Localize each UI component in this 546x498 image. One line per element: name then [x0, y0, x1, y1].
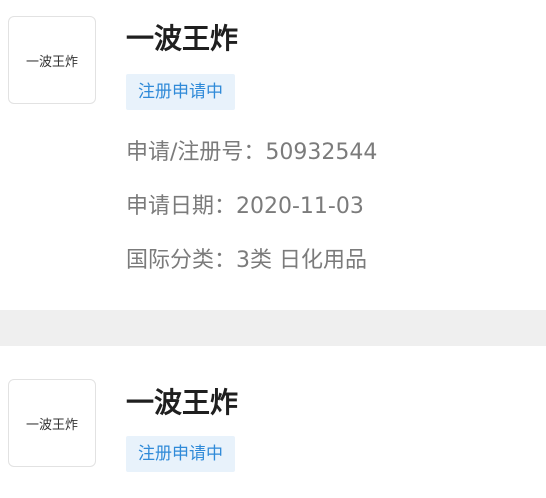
trademark-logo: 一波王炸 [8, 16, 96, 104]
international-classification: 国际分类：3类 日化用品 [126, 248, 367, 273]
application-date: 申请日期：2020-11-03 [126, 194, 364, 219]
trademark-logo-text: 一波王炸 [25, 417, 78, 433]
trademark-card[interactable]: 一波王炸 一波王炸 注册申请中 [0, 346, 546, 498]
registration-number: 申请/注册号：50932544 [126, 140, 378, 165]
card-divider [0, 310, 546, 346]
trademark-title: 一波王炸 [126, 386, 239, 419]
trademark-logo-text: 一波王炸 [25, 54, 78, 70]
status-badge: 注册申请中 [126, 74, 235, 110]
trademark-card[interactable]: 一波王炸 一波王炸 注册申请中 申请/注册号：50932544 申请日期：202… [0, 0, 546, 310]
status-badge: 注册申请中 [126, 436, 235, 472]
trademark-logo: 一波王炸 [8, 379, 96, 467]
trademark-title: 一波王炸 [126, 22, 239, 55]
